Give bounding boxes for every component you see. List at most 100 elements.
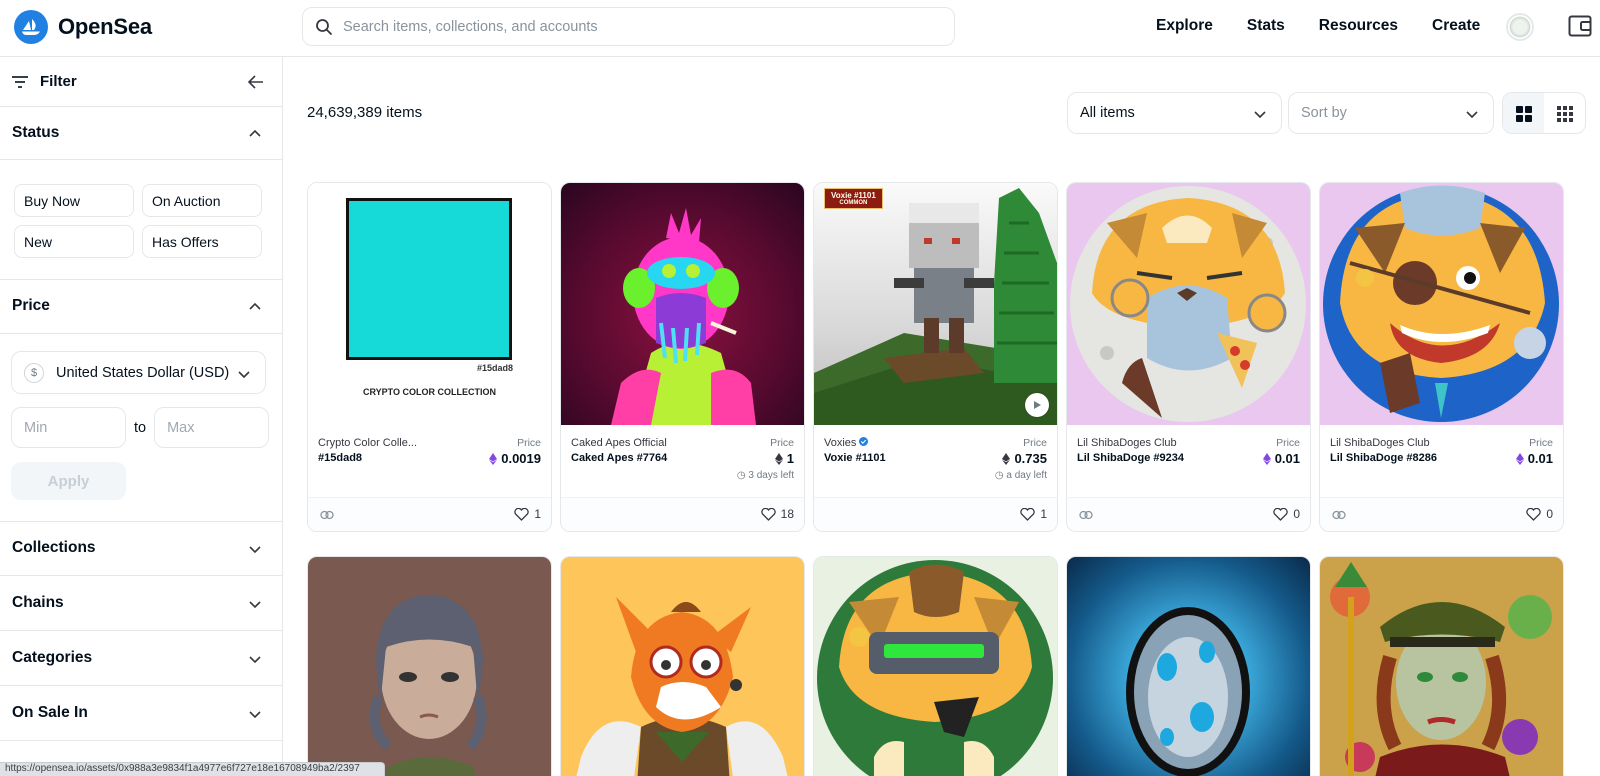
status-has-offers[interactable]: Has Offers [142,225,262,258]
chevron-down-icon [1466,111,1478,119]
price-label: Price [770,437,794,449]
price-amount: 0.01 [1527,451,1553,466]
nft-card[interactable] [307,556,552,776]
voxie-badge: Voxie #1101 COMMON [824,188,883,209]
brand-name: OpenSea [58,14,152,39]
large-grid-icon [1515,106,1532,122]
like-count: 1 [534,507,541,521]
search-input[interactable] [343,18,923,35]
price-value: 0.735 [1002,451,1047,466]
categories-title: Categories [12,649,93,666]
nav-stats[interactable]: Stats [1247,17,1285,35]
card-footer: 1 [814,497,1057,531]
search-bar[interactable] [302,7,955,46]
price-section-header[interactable]: Price [0,279,282,334]
currency-select[interactable]: $ United States Dollar (USD) [11,351,266,394]
time-left: ◷ a day left [994,470,1047,481]
card-info: Voxies Voxie #1101 Price 0.735 ◷ a day l… [814,425,1057,497]
like-button[interactable]: 0 [1273,507,1300,521]
like-count: 0 [1293,507,1300,521]
like-button[interactable]: 1 [1020,507,1047,521]
general-portrait-illustration [1330,562,1552,776]
price-title: Price [12,297,50,314]
nft-image-voxie: Voxie #1101 COMMON [814,183,1057,425]
chains-section-header[interactable]: Chains [0,576,282,631]
small-grid-view-button[interactable] [1544,93,1585,133]
like-button[interactable]: 18 [760,507,794,521]
collection-name[interactable]: Crypto Color Colle... [318,437,417,449]
nft-card[interactable]: #15dad8 CRYPTO COLOR COLLECTION Crypto C… [307,182,552,532]
link-icon[interactable] [1332,509,1346,521]
nft-image-caked-ape [561,183,804,425]
view-toggle [1502,92,1586,134]
nft-card[interactable]: Caked Apes Official Caked Apes #7764 Pri… [560,182,805,532]
profile-avatar-icon[interactable] [1506,13,1534,41]
opensea-logo[interactable]: OpenSea [14,10,152,44]
currency-value: United States Dollar (USD) [56,364,230,381]
nft-card[interactable]: Lil ShibaDoges Club Lil ShibaDoge #8286 … [1319,182,1564,532]
collection-name[interactable]: Caked Apes Official [571,437,667,449]
collection-name[interactable]: Voxies [824,437,869,449]
wallet-icon[interactable] [1568,15,1592,37]
nav-create[interactable]: Create [1432,17,1480,35]
nft-card[interactable]: Lil ShibaDoges Club Lil ShibaDoge #9234 … [1066,182,1311,532]
large-grid-view-button[interactable] [1503,93,1544,133]
price-amount: 1 [786,451,794,466]
status-title: Status [12,124,60,141]
nft-card[interactable]: Voxie #1101 COMMON Voxies Voxie #1101 Pr… [813,182,1058,532]
color-swatch [346,198,512,360]
apply-button[interactable]: Apply [11,462,126,500]
ape-illustration [611,208,756,425]
chevron-down-icon [249,656,261,664]
item-name: Lil ShibaDoge #9234 [1077,452,1184,464]
collections-section-header[interactable]: Collections [0,521,282,576]
nft-card[interactable] [813,556,1058,776]
filter-sidebar: Filter Status Buy Now On Auction New Has… [0,57,283,776]
voxie-illustration [814,188,1057,425]
chevron-down-icon [238,371,250,379]
filter-header[interactable]: Filter [0,57,282,107]
like-count: 18 [780,507,794,521]
link-icon[interactable] [320,509,334,521]
time-left-text: 3 days left [748,470,794,481]
sort-by-select[interactable]: Sort by [1288,92,1494,134]
nft-card[interactable] [1319,556,1564,776]
status-new[interactable]: New [14,225,134,258]
items-filter-select[interactable]: All items [1067,92,1282,134]
max-price-input[interactable]: Max [154,407,270,448]
price-range: Min to Max [11,407,270,448]
price-label: Price [517,437,541,449]
play-button[interactable] [1025,393,1049,417]
opensea-logo-icon [14,10,48,44]
dollar-icon: $ [24,362,44,383]
nav-explore[interactable]: Explore [1156,17,1213,35]
card-footer: 1 [308,497,551,531]
collection-name-text: Voxies [824,437,857,449]
categories-section-header[interactable]: Categories [0,631,282,686]
collapse-arrow-icon[interactable] [248,75,264,89]
nft-card[interactable] [560,556,805,776]
chevron-down-icon [249,601,261,609]
nft-image-shibadoge-9234 [1067,183,1310,425]
item-name: Caked Apes #7764 [571,452,668,464]
filter-label: Filter [40,73,77,90]
browser-status-url: https://opensea.io/assets/0x988a3e9834f1… [0,762,385,776]
like-button[interactable]: 0 [1526,507,1553,521]
on-sale-in-section-header[interactable]: On Sale In [0,686,282,741]
status-section-header[interactable]: Status [0,107,282,160]
chevron-up-icon [249,129,261,137]
nft-card[interactable] [1066,556,1311,776]
heart-icon [1020,507,1035,521]
collection-name[interactable]: Lil ShibaDoges Club [1077,437,1177,449]
link-icon[interactable] [1079,509,1093,521]
like-button[interactable]: 1 [514,507,541,521]
shibadoge-pirate-illustration [1323,185,1559,422]
status-on-auction[interactable]: On Auction [142,184,262,217]
price-value: 1 [774,451,794,466]
card-info: Lil ShibaDoges Club Lil ShibaDoge #9234 … [1067,425,1310,497]
collection-name[interactable]: Lil ShibaDoges Club [1330,437,1430,449]
status-buy-now[interactable]: Buy Now [14,184,134,217]
nav-resources[interactable]: Resources [1319,17,1398,35]
min-price-input[interactable]: Min [11,407,126,448]
heart-icon [1273,507,1288,521]
